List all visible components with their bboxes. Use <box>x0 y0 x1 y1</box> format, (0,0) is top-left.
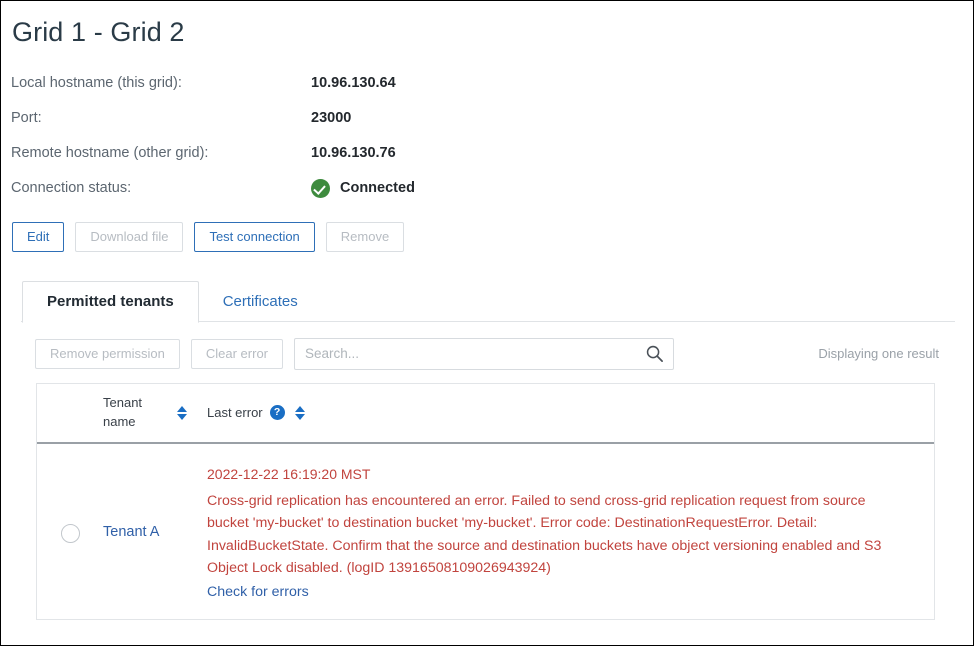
detail-value-port: 23000 <box>311 110 352 127</box>
detail-row-connection-status: Connection status: Connected <box>11 171 959 206</box>
action-button-row: Edit Download file Test connection Remov… <box>12 221 959 252</box>
detail-label-remote-hostname: Remote hostname (other grid): <box>11 145 209 162</box>
connection-status-text: Connected <box>340 180 415 197</box>
edit-button[interactable]: Edit <box>12 221 65 252</box>
row-radio-button[interactable] <box>60 523 80 543</box>
download-file-button[interactable]: Download file <box>75 221 184 252</box>
detail-label-local-hostname: Local hostname (this grid): <box>11 75 182 92</box>
column-header-last-error: Last error ? <box>207 405 307 421</box>
detail-row-local-hostname: Local hostname (this grid): 10.96.130.64 <box>11 66 959 101</box>
page-title: Grid 1 - Grid 2 <box>12 17 185 47</box>
search-input[interactable] <box>294 337 674 370</box>
help-icon[interactable]: ? <box>269 405 285 421</box>
remove-permission-button[interactable]: Remove permission <box>35 338 180 369</box>
cross-grid-replication-page: Grid 1 - Grid 2 Local hostname (this gri… <box>0 0 974 646</box>
tenant-name-link[interactable]: Tenant A <box>103 462 207 540</box>
detail-label-port: Port: <box>11 110 42 127</box>
table-row: Tenant A 2022-12-22 16:19:20 MST Cross-g… <box>37 444 934 620</box>
error-timestamp: 2022-12-22 16:19:20 MST <box>207 465 371 482</box>
row-select-cell <box>37 462 103 543</box>
column-label-tenant-name: Tenant name <box>103 394 143 429</box>
tab-certificates[interactable]: Certificates <box>199 282 322 322</box>
tab-permitted-tenants[interactable]: Permitted tenants <box>22 280 199 323</box>
detail-value-local-hostname: 10.96.130.64 <box>311 75 396 92</box>
clear-error-button[interactable]: Clear error <box>190 338 283 369</box>
permitted-tenants-table: Tenant name Last error ? Tenant A 2022-1… <box>36 382 935 621</box>
sort-toggle-last-error[interactable] <box>293 405 307 420</box>
table-toolbar: Remove permission Clear error Displaying… <box>35 337 959 370</box>
check-circle-icon <box>311 178 330 198</box>
error-message: Cross-grid replication has encountered a… <box>207 492 882 576</box>
detail-label-connection-status: Connection status: <box>11 180 132 197</box>
test-connection-button[interactable]: Test connection <box>194 221 315 252</box>
check-for-errors-link[interactable]: Check for errors <box>207 584 309 600</box>
detail-row-port: Port: 23000 <box>11 101 959 136</box>
search-box <box>294 337 674 370</box>
sort-toggle-tenant-name[interactable] <box>175 405 189 420</box>
last-error-cell: 2022-12-22 16:19:20 MST Cross-grid repli… <box>207 462 934 602</box>
tab-bar: Permitted tenants Certificates <box>11 279 959 323</box>
column-header-tenant-name: Tenant name <box>103 394 207 432</box>
connection-details: Local hostname (this grid): 10.96.130.64… <box>11 66 959 206</box>
detail-value-remote-hostname: 10.96.130.76 <box>311 145 396 162</box>
detail-row-remote-hostname: Remote hostname (other grid): 10.96.130.… <box>11 136 959 171</box>
connection-status-value: Connected <box>311 178 415 198</box>
table-header-row: Tenant name Last error ? <box>37 384 934 444</box>
result-count-label: Displaying one result <box>818 346 939 362</box>
remove-button[interactable]: Remove <box>325 221 405 252</box>
column-label-last-error: Last error <box>207 405 263 421</box>
